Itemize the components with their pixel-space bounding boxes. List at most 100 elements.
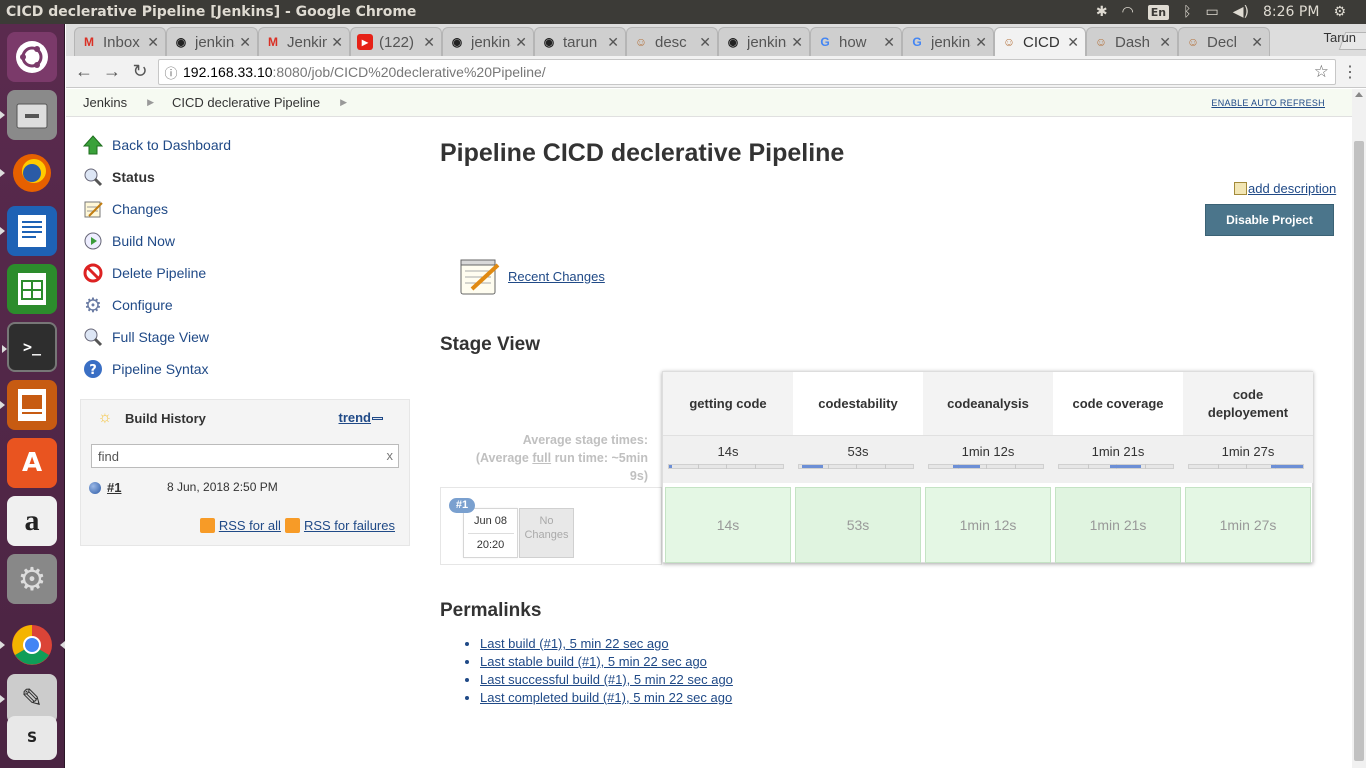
reload-icon[interactable]: ↻	[126, 61, 154, 82]
stage-average-time: 14s	[717, 444, 739, 459]
stage-build-cell[interactable]: 1min 12s	[925, 487, 1051, 563]
build-badge[interactable]: #1	[449, 498, 475, 513]
breadcrumb-chevron-icon[interactable]: ▶	[147, 97, 154, 108]
system-settings-icon[interactable]: ⚙	[7, 554, 57, 604]
url-host: 192.168.33.10	[183, 64, 273, 80]
close-tab-icon[interactable]: ✕	[331, 34, 343, 51]
disable-project-button[interactable]: Disable Project	[1205, 204, 1334, 236]
browser-tab[interactable]: Gjenkins✕	[902, 27, 994, 56]
breadcrumb-jenkins[interactable]: Jenkins	[66, 95, 127, 110]
browser-tab[interactable]: ▶ (122) ✕	[350, 27, 442, 56]
trend-link[interactable]: trend	[339, 410, 372, 425]
close-tab-icon[interactable]: ✕	[883, 34, 895, 51]
recent-changes-link[interactable]: Recent Changes	[508, 269, 605, 284]
permalink-last-stable-build[interactable]: Last stable build (#1), 5 min 22 sec ago	[480, 654, 707, 669]
stage-progress-bar	[1188, 464, 1304, 469]
stage-build-cell[interactable]: 1min 21s	[1055, 487, 1181, 563]
build-search-input[interactable]: find x	[91, 444, 399, 468]
stage-build-cell[interactable]: 1min 27s	[1185, 487, 1311, 563]
gear-icon: ⚙	[84, 294, 102, 317]
task-pipeline-syntax[interactable]: ? Pipeline Syntax	[82, 353, 412, 385]
amazon-icon[interactable]: a	[7, 496, 57, 546]
browser-tab[interactable]: M Inbox ✕	[74, 27, 166, 56]
add-description-link[interactable]: add description	[1234, 181, 1336, 196]
browser-tab[interactable]: ◉jenkins✕	[166, 27, 258, 56]
firefox-icon[interactable]	[0, 148, 57, 198]
ubuntu-dash-icon[interactable]	[7, 32, 57, 82]
stage-build-cell[interactable]: 53s	[795, 487, 921, 563]
close-tab-icon[interactable]: ✕	[975, 34, 987, 51]
build-status-ball-icon[interactable]	[89, 482, 101, 494]
task-status[interactable]: Status	[82, 161, 412, 193]
rss-failures-link[interactable]: RSS for failures	[304, 518, 395, 533]
bluetooth-icon[interactable]: ᛒ	[1183, 4, 1191, 20]
chrome-menu-icon[interactable]: ⋮	[1342, 62, 1358, 82]
build-date[interactable]: 8 Jun, 2018 2:50 PM	[167, 480, 278, 494]
stack-app-icon[interactable]: S	[7, 716, 57, 760]
no-changes-cell[interactable]: No Changes	[519, 508, 574, 558]
stage-build-cell[interactable]: 14s	[665, 487, 791, 563]
page-scrollbar[interactable]	[1352, 89, 1366, 768]
rss-all-link[interactable]: RSS for all	[219, 518, 281, 533]
close-tab-icon[interactable]: ✕	[239, 34, 251, 51]
close-tab-icon[interactable]: ✕	[699, 34, 711, 51]
wifi-icon[interactable]: ◠	[1122, 4, 1134, 20]
permalink-last-build[interactable]: Last build (#1), 5 min 22 sec ago	[480, 636, 669, 651]
forward-icon[interactable]: →	[98, 61, 126, 82]
libreoffice-calc-icon[interactable]	[7, 264, 57, 314]
profile-button[interactable]: Tarun	[1323, 30, 1356, 45]
browser-tab[interactable]: ☺ Decl ✕	[1178, 27, 1270, 56]
address-bar[interactable]: ⓘ 192.168.33.10:8080/job/CICD%20declerat…	[158, 59, 1336, 85]
full-run-link[interactable]: full	[532, 451, 551, 465]
browser-tab[interactable]: ☺ CICD ✕	[994, 27, 1086, 56]
browser-tab[interactable]: Ghow ✕	[810, 27, 902, 56]
power-icon[interactable]: ⚙	[1333, 4, 1346, 20]
browser-tab[interactable]: ☺ desc ✕	[626, 27, 718, 56]
volume-icon[interactable]: ◀)	[1233, 4, 1249, 20]
task-configure[interactable]: ⚙ Configure	[82, 289, 412, 321]
close-tab-icon[interactable]: ✕	[1251, 34, 1263, 51]
libreoffice-impress-icon[interactable]	[0, 380, 57, 430]
close-tab-icon[interactable]: ✕	[515, 34, 527, 51]
breadcrumb-chevron-icon[interactable]: ▶	[340, 97, 347, 108]
software-center-icon[interactable]: A	[7, 438, 57, 488]
close-tab-icon[interactable]: ✕	[791, 34, 803, 51]
browser-tab[interactable]: ☺ Dash ✕	[1086, 27, 1178, 56]
enable-auto-refresh-link[interactable]: ENABLE AUTO REFRESH	[1211, 98, 1325, 108]
bookmark-star-icon[interactable]: ☆	[1314, 62, 1329, 82]
breadcrumb-job[interactable]: CICD declerative Pipeline	[154, 95, 320, 110]
permalink-last-completed-build[interactable]: Last completed build (#1), 5 min 22 sec …	[480, 690, 732, 705]
task-changes[interactable]: Changes	[82, 193, 412, 225]
close-tab-icon[interactable]: ✕	[147, 34, 159, 51]
battery-icon[interactable]: ▭	[1206, 4, 1219, 20]
task-build-now[interactable]: Build Now	[82, 225, 412, 257]
network-icon[interactable]: ✱	[1096, 4, 1108, 20]
back-icon[interactable]: ←	[70, 61, 98, 82]
task-back-to-dashboard[interactable]: Back to Dashboard	[82, 129, 412, 161]
clear-search-icon[interactable]: x	[387, 448, 394, 463]
build-date-cell[interactable]: Jun 08 20:20	[463, 508, 518, 558]
build-number-link[interactable]: #1	[107, 480, 121, 495]
close-tab-icon[interactable]: ✕	[1067, 34, 1079, 51]
site-info-icon[interactable]: ⓘ	[159, 63, 183, 82]
chrome-icon[interactable]	[0, 620, 65, 670]
keyboard-layout-indicator[interactable]: En	[1147, 4, 1170, 20]
browser-tab[interactable]: ◉jenkins✕	[442, 27, 534, 56]
collapse-icon[interactable]	[372, 417, 383, 420]
stage-column: codeanalysis 1min 12s 1min 12s	[923, 372, 1053, 564]
close-tab-icon[interactable]: ✕	[607, 34, 619, 51]
terminal-icon[interactable]: >_	[2, 322, 57, 372]
libreoffice-writer-icon[interactable]	[0, 206, 57, 256]
unity-launcher: >_ A a ⚙ ✎ S	[0, 24, 65, 768]
task-full-stage-view[interactable]: Full Stage View	[82, 321, 412, 353]
clock[interactable]: 8:26 PM	[1263, 4, 1319, 20]
browser-tab[interactable]: ◉jenkins✕	[718, 27, 810, 56]
permalink-last-successful-build[interactable]: Last successful build (#1), 5 min 22 sec…	[480, 672, 733, 687]
google-icon: G	[912, 35, 922, 49]
close-tab-icon[interactable]: ✕	[423, 34, 435, 51]
files-icon[interactable]	[0, 90, 57, 140]
browser-tab[interactable]: MJenkins✕	[258, 27, 350, 56]
close-tab-icon[interactable]: ✕	[1159, 34, 1171, 51]
browser-tab[interactable]: ◉ tarun ✕	[534, 27, 626, 56]
task-delete-pipeline[interactable]: Delete Pipeline	[82, 257, 412, 289]
